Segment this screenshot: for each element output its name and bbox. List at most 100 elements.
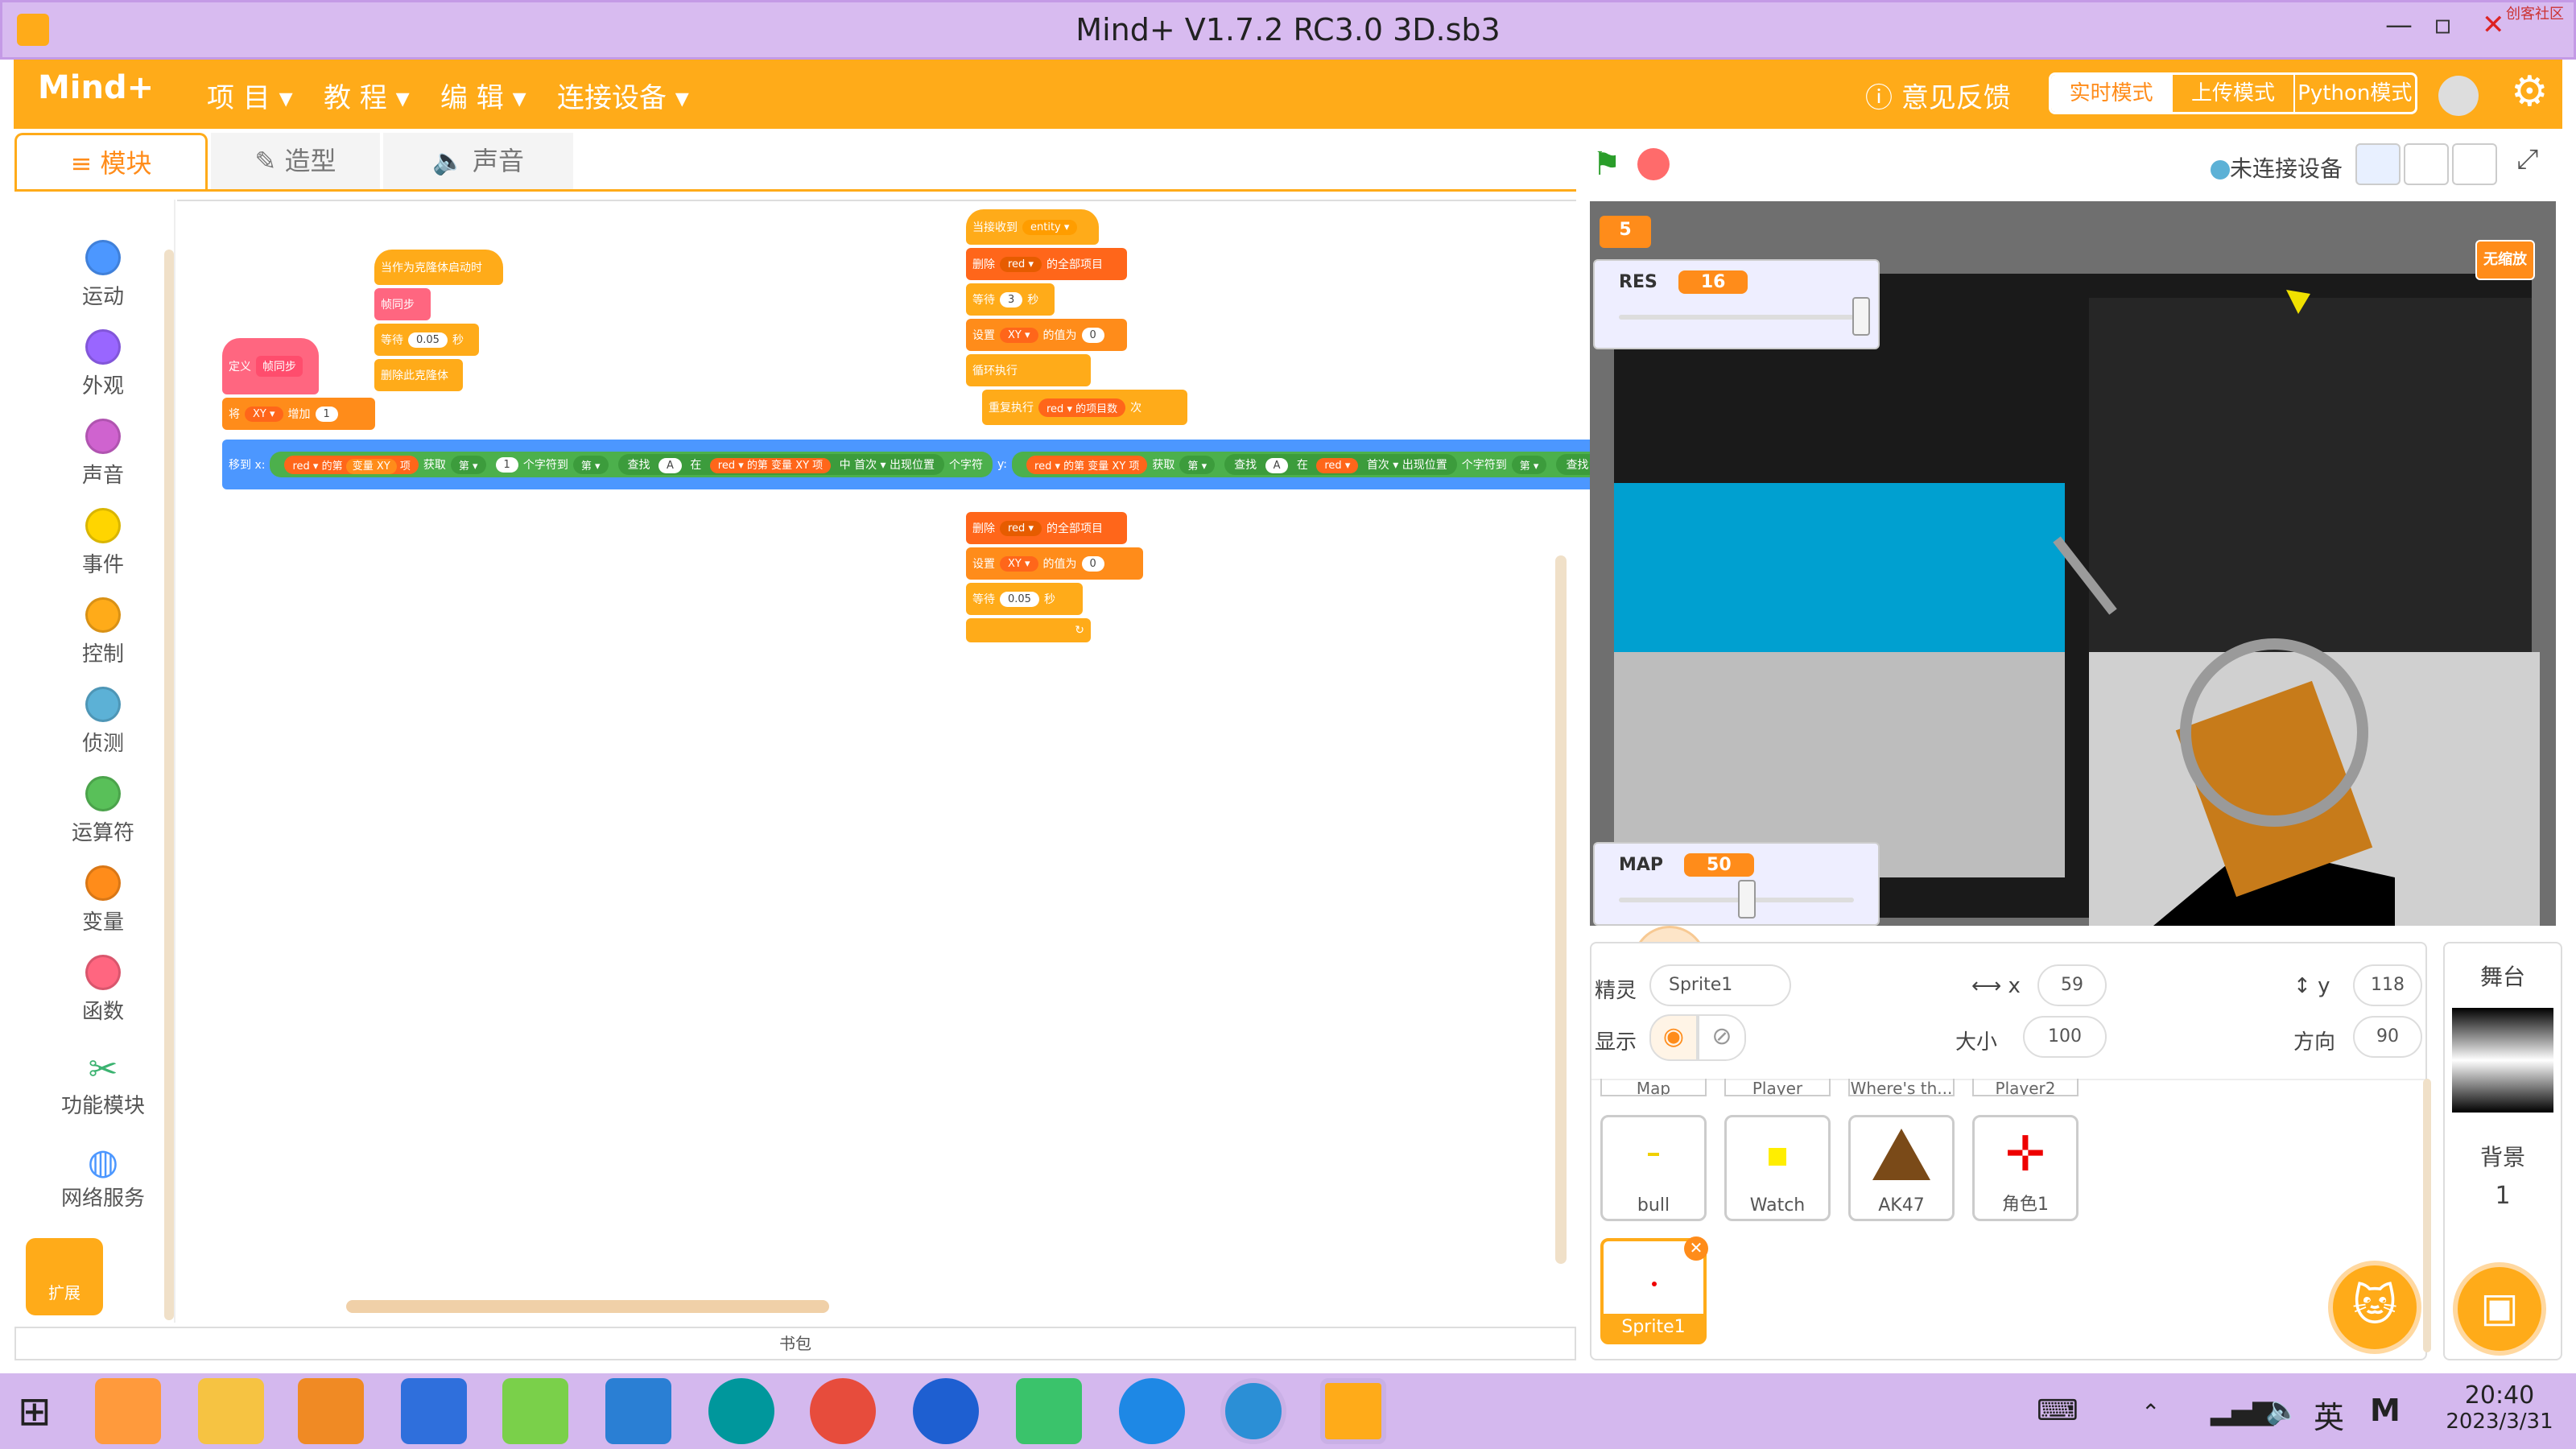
delete-sprite-icon[interactable]: ✕ xyxy=(1684,1236,1708,1261)
chrome-icon[interactable] xyxy=(810,1378,876,1444)
block-set-var[interactable]: 设置 XY ▾ 的值为 0 xyxy=(966,319,1127,351)
large-stage-button[interactable] xyxy=(2452,143,2497,185)
ime-mode[interactable]: M xyxy=(2370,1393,2401,1428)
gear-icon[interactable]: ⚙ xyxy=(2511,68,2549,116)
keyboard-icon[interactable]: ⌨ xyxy=(2037,1394,2079,1427)
add-backdrop-button[interactable]: ▣ xyxy=(2453,1262,2546,1356)
category-network[interactable]: ◍ 网络服务 xyxy=(47,1141,159,1212)
sprite-tile-map[interactable]: Map xyxy=(1600,1079,1707,1096)
category-looks[interactable]: 外观 xyxy=(47,329,159,399)
block-when-receive[interactable]: 当接收到 entity ▾ xyxy=(966,209,1099,245)
category-sensing[interactable]: 侦测 xyxy=(47,687,159,757)
stage-thumbnail[interactable] xyxy=(2452,1008,2553,1113)
category-functions[interactable]: 函数 xyxy=(47,955,159,1025)
menu-tutorial[interactable]: 教 程 ▾ xyxy=(324,76,410,115)
block-wait-005[interactable]: 等待 0.05 秒 xyxy=(966,583,1083,615)
mode-upload[interactable]: 上传模式 xyxy=(2171,75,2293,112)
y-field[interactable]: 118 xyxy=(2353,964,2422,1006)
code-vertical-scrollbar[interactable] xyxy=(1555,555,1567,1264)
category-function-modules[interactable]: ✂ 功能模块 xyxy=(47,1049,159,1119)
stage-panel[interactable]: 舞台 背景 1 ▣ xyxy=(2443,942,2562,1360)
minimize-icon[interactable]: — xyxy=(2385,9,2413,41)
map-slider[interactable] xyxy=(1619,880,1854,919)
volume-icon[interactable]: 🔈 xyxy=(2265,1394,2299,1426)
tab-costumes[interactable]: ✎ 造型 xyxy=(211,133,380,189)
extensions-button[interactable]: 扩展 xyxy=(26,1238,103,1315)
code-workspace[interactable]: 当作为克隆体启动时 帧同步 等待 0.05 秒 删除此克隆体 定义 帧同步 将 XY ▾… xyxy=(177,200,2516,1323)
fullscreen-icon[interactable]: ⤢ xyxy=(2505,143,2550,185)
block-repeat[interactable]: 重复执行 red ▾ 的项目数次 xyxy=(982,390,1187,425)
x-field[interactable]: 59 xyxy=(2037,964,2107,1006)
stage-canvas[interactable]: 5 RES 16 MAP 50 无缩放 xyxy=(1590,201,2556,926)
category-motion[interactable]: 运动 xyxy=(47,240,159,310)
block-delete-all[interactable]: 删除 red ▾ 的全部项目 xyxy=(966,248,1127,280)
category-sound[interactable]: 声音 xyxy=(47,419,159,489)
show-visible-icon[interactable]: ◉ xyxy=(1649,1014,1698,1061)
sprite-name-field[interactable]: Sprite1 xyxy=(1649,964,1791,1006)
sprite-tile-sprite1[interactable]: ✕ Sprite1 xyxy=(1600,1236,1708,1344)
category-operators[interactable]: 运算符 xyxy=(47,776,159,846)
category-variables[interactable]: 变量 xyxy=(47,865,159,935)
sprite-tile-bull[interactable]: bull xyxy=(1600,1115,1707,1221)
normal-stage-button[interactable] xyxy=(2404,143,2449,185)
add-sprite-button[interactable]: 🐱 xyxy=(2328,1261,2421,1354)
device-status[interactable]: 未连接设备 xyxy=(2211,151,2343,184)
menu-edit[interactable]: 编 辑 ▾ xyxy=(440,76,526,115)
stop-icon[interactable] xyxy=(1637,148,1670,180)
block-delete-clone[interactable]: 删除此克隆体 xyxy=(374,359,463,391)
restore-icon[interactable]: ▫ xyxy=(2434,9,2452,41)
block-delete-all-2[interactable]: 删除 red ▾ 的全部项目 xyxy=(966,512,1127,544)
ime-indicator[interactable]: 英 xyxy=(2314,1393,2344,1437)
vscode-icon[interactable] xyxy=(605,1378,671,1444)
settings-app-icon[interactable] xyxy=(298,1378,364,1444)
sprite-tile-role1[interactable]: ✛ 角色1 xyxy=(1972,1115,2079,1221)
sprite-tile-player2[interactable]: Player2 xyxy=(1972,1079,2079,1096)
menu-project[interactable]: 项 目 ▾ xyxy=(207,76,293,115)
category-control[interactable]: 控制 xyxy=(47,597,159,667)
green-flag-icon[interactable]: ⚑ xyxy=(1592,148,1624,180)
menu-connect[interactable]: 连接设备 ▾ xyxy=(557,76,689,115)
scratch-icon[interactable] xyxy=(95,1378,161,1444)
code-horizontal-scrollbar[interactable] xyxy=(346,1300,829,1313)
backpack-bar[interactable]: 书包 xyxy=(14,1327,1576,1360)
tab-blocks[interactable]: ≡ 模块 xyxy=(14,133,208,189)
edge-icon[interactable] xyxy=(1220,1378,1286,1444)
block-clone-hat[interactable]: 当作为克隆体启动时 xyxy=(374,250,503,285)
block-wait-3[interactable]: 等待 3 秒 xyxy=(966,283,1055,316)
flash-icon[interactable] xyxy=(913,1378,979,1444)
tab-sounds[interactable]: 🔈 声音 xyxy=(383,133,573,189)
feedback-link[interactable]: ⓘ 意见反馈 xyxy=(1865,76,2011,115)
mindplus-taskbar-icon[interactable] xyxy=(1320,1378,1386,1444)
block-change-var[interactable]: 将 XY ▾ 增加 1 xyxy=(222,398,375,430)
block-wait[interactable]: 等待 0.05 秒 xyxy=(374,324,479,356)
ie-icon[interactable] xyxy=(1119,1378,1185,1444)
block-forever[interactable]: 循环执行 xyxy=(966,354,1091,386)
direction-field[interactable]: 90 xyxy=(2353,1016,2422,1058)
clock[interactable]: 20:40 2023/3/31 xyxy=(2431,1381,2568,1434)
wps-icon[interactable] xyxy=(401,1378,467,1444)
sprite-tile-ak47[interactable]: AK47 xyxy=(1848,1115,1955,1221)
small-stage-button[interactable] xyxy=(2355,143,2401,185)
sprite-list-scrollbar[interactable] xyxy=(2423,1079,2431,1352)
network-icon[interactable]: ▂▄▆ xyxy=(2211,1394,2273,1426)
category-scrollbar[interactable] xyxy=(164,250,174,1320)
file-explorer-icon[interactable] xyxy=(198,1378,264,1444)
close-icon[interactable]: ✕ xyxy=(2482,9,2505,41)
tray-up-icon[interactable]: ⌃ xyxy=(2141,1399,2160,1426)
sprite-tile-wheres[interactable]: Where's th... xyxy=(1848,1079,1955,1096)
sprite-tile-watch[interactable]: Watch xyxy=(1724,1115,1831,1221)
clover-app-icon[interactable] xyxy=(502,1378,568,1444)
size-field[interactable]: 100 xyxy=(2023,1016,2107,1058)
map-slider-handle[interactable] xyxy=(1738,880,1756,919)
block-call-frame-sync[interactable]: 帧同步 xyxy=(374,288,431,320)
windows-start-icon[interactable]: ⊞ xyxy=(0,1378,69,1444)
res-slider[interactable] xyxy=(1619,297,1870,336)
arduino-icon[interactable] xyxy=(708,1378,774,1444)
avatar[interactable] xyxy=(2438,76,2479,116)
block-define[interactable]: 定义 帧同步 xyxy=(222,338,319,394)
sprite-tile-player[interactable]: Player xyxy=(1724,1079,1831,1096)
category-events[interactable]: 事件 xyxy=(47,508,159,578)
mode-realtime[interactable]: 实时模式 xyxy=(2051,75,2172,112)
res-slider-handle[interactable] xyxy=(1852,297,1870,336)
mode-python[interactable]: Python模式 xyxy=(2293,75,2415,112)
